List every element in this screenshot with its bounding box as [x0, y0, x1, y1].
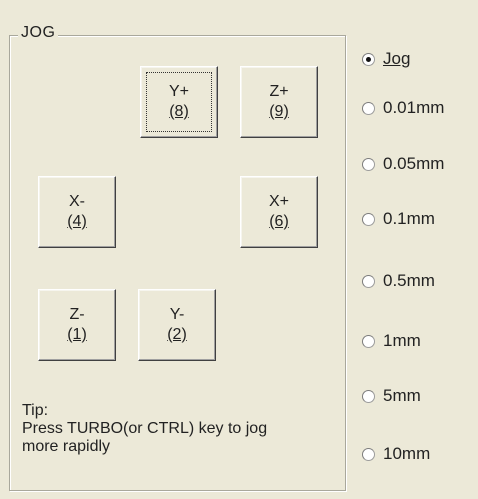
radio-step-0-1mm[interactable]: 0.1mm [362, 208, 435, 230]
radio-unselected-icon [362, 334, 375, 348]
jog-z-minus-button[interactable]: Z- (1) [38, 289, 116, 361]
radio-step-0-05mm[interactable]: 0.05mm [362, 153, 444, 175]
tip-line-2: more rapidly [22, 438, 111, 455]
radio-label-0-1mm: 0.1mm [383, 209, 435, 228]
radio-label-5mm: 5mm [383, 386, 421, 405]
y-minus-label: Y- [169, 306, 185, 323]
z-plus-label: Z+ [269, 83, 289, 100]
radio-step-1mm[interactable]: 1mm [362, 330, 421, 352]
radio-unselected-icon [362, 389, 375, 403]
tip-heading: Tip: [22, 402, 49, 419]
z-minus-key: (1) [67, 326, 87, 343]
radio-unselected-icon [362, 157, 375, 171]
y-minus-key: (2) [167, 326, 187, 343]
jog-z-plus-button[interactable]: Z+ (9) [240, 66, 318, 138]
radio-label-0-05mm: 0.05mm [383, 154, 445, 173]
jog-tip: Tip: Press TURBO(or CTRL) key to jog mor… [22, 402, 342, 456]
x-plus-key: (6) [269, 213, 289, 230]
radio-step-jog[interactable]: Jog [362, 48, 410, 70]
radio-step-0-5mm[interactable]: 0.5mm [362, 270, 435, 292]
jog-y-minus-button[interactable]: Y- (2) [138, 289, 216, 361]
jog-x-plus-button[interactable]: X+ (6) [240, 176, 318, 248]
radio-label-0-5mm: 0.5mm [383, 271, 435, 290]
x-minus-label: X- [69, 193, 85, 210]
x-plus-label: X+ [268, 193, 289, 210]
radio-unselected-icon [362, 274, 375, 288]
tip-line-1: Press TURBO(or CTRL) key to jog [22, 420, 268, 437]
radio-step-0-01mm[interactable]: 0.01mm [362, 97, 444, 119]
radio-selected-icon [362, 52, 375, 66]
focus-rectangle [146, 72, 212, 132]
radio-unselected-icon [362, 447, 375, 461]
radio-label-1mm: 1mm [383, 331, 421, 350]
radio-step-5mm[interactable]: 5mm [362, 385, 421, 407]
jog-y-plus-button[interactable]: Y+ (8) [140, 66, 218, 138]
radio-label-jog: Jog [383, 49, 411, 68]
radio-label-0-01mm: 0.01mm [383, 98, 445, 117]
jog-group-title: JOG [18, 24, 59, 42]
z-plus-key: (9) [269, 103, 289, 120]
radio-step-10mm[interactable]: 10mm [362, 443, 430, 465]
x-minus-key: (4) [67, 213, 87, 230]
z-minus-label: Z- [69, 306, 85, 323]
radio-unselected-icon [362, 101, 375, 115]
jog-x-minus-button[interactable]: X- (4) [38, 176, 116, 248]
radio-label-10mm: 10mm [383, 444, 431, 463]
radio-unselected-icon [362, 212, 375, 226]
